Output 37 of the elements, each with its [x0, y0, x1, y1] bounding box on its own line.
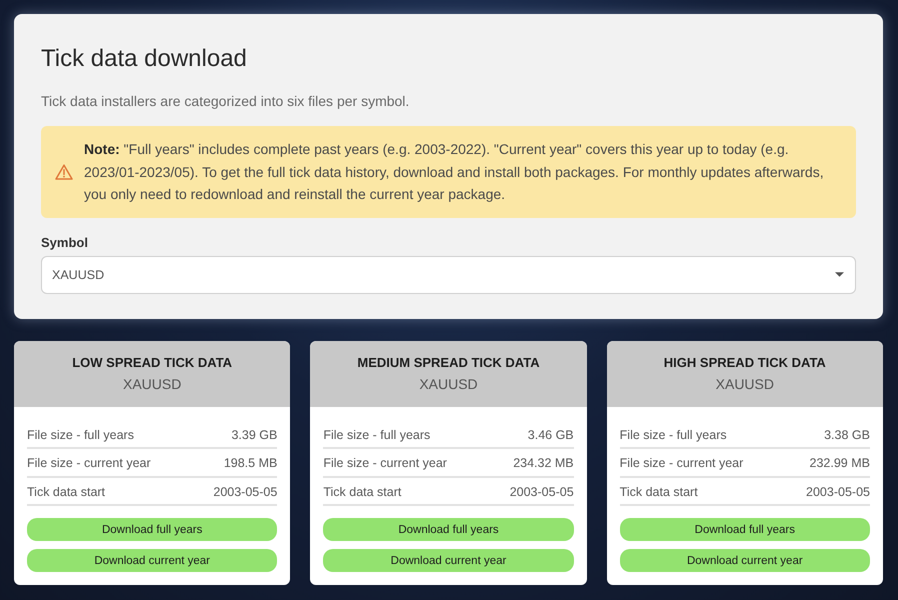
- card-symbol: XAUUSD: [714, 374, 775, 394]
- row-value: 3.38 GB: [824, 428, 870, 442]
- download-button[interactable]: Download current year: [620, 549, 870, 572]
- row-value: 3.46 GB: [528, 428, 574, 442]
- row-value: 2003-05-05: [510, 484, 574, 499]
- row-label: File size - current year: [27, 456, 151, 470]
- row-value: 2003-05-05: [213, 484, 278, 499]
- symbol-select[interactable]: XAUUSD: [41, 256, 856, 294]
- row-label: File size - current year: [323, 456, 447, 470]
- row-label: Tick data start: [27, 484, 106, 499]
- row-value: 3.39 GB: [231, 428, 278, 442]
- row-label: File size - full years: [620, 428, 727, 442]
- note-text: Note: "Full years" includes complete past years (e.g. 2003-2022). "Current year" covers this year up to today (e.g. 2023/01-2023/05). To get the full tick data history, download and install both packages. For monthly updates afterwards, you only need to redownload and reinstall the current year package.: [84, 140, 825, 204]
- row-value: 234.32 MB: [513, 456, 574, 470]
- card-title: HIGH SPREAD TICK DATA: [662, 354, 827, 372]
- row-value: 232.99 MB: [810, 456, 870, 470]
- download-button[interactable]: Download full years: [323, 518, 574, 541]
- caret-icon: [835, 272, 844, 277]
- page-subtitle: Tick data installers are categorized into six files per symbol.: [41, 92, 410, 111]
- page-title: Tick data download: [41, 44, 248, 74]
- row-label: File size - full years: [323, 428, 430, 442]
- download-button[interactable]: Download current year: [323, 549, 574, 572]
- card-symbol: XAUUSD: [418, 374, 479, 394]
- row-label: File size - full years: [27, 428, 134, 442]
- warning-icon: [55, 164, 73, 180]
- card-symbol: XAUUSD: [122, 374, 182, 394]
- symbol-label: Symbol: [41, 234, 89, 252]
- row-value: 198.5 MB: [224, 456, 278, 470]
- download-button[interactable]: Download current year: [27, 549, 278, 572]
- download-button[interactable]: Download full years: [620, 518, 870, 541]
- card-title: MEDIUM SPREAD TICK DATA: [356, 354, 541, 372]
- download-button[interactable]: Download full years: [27, 518, 278, 541]
- row-label: Tick data start: [620, 484, 698, 499]
- card-title: LOW SPREAD TICK DATA: [71, 354, 234, 372]
- row-label: Tick data start: [323, 484, 402, 499]
- row-value: 2003-05-05: [806, 484, 870, 499]
- row-label: File size - current year: [620, 456, 744, 470]
